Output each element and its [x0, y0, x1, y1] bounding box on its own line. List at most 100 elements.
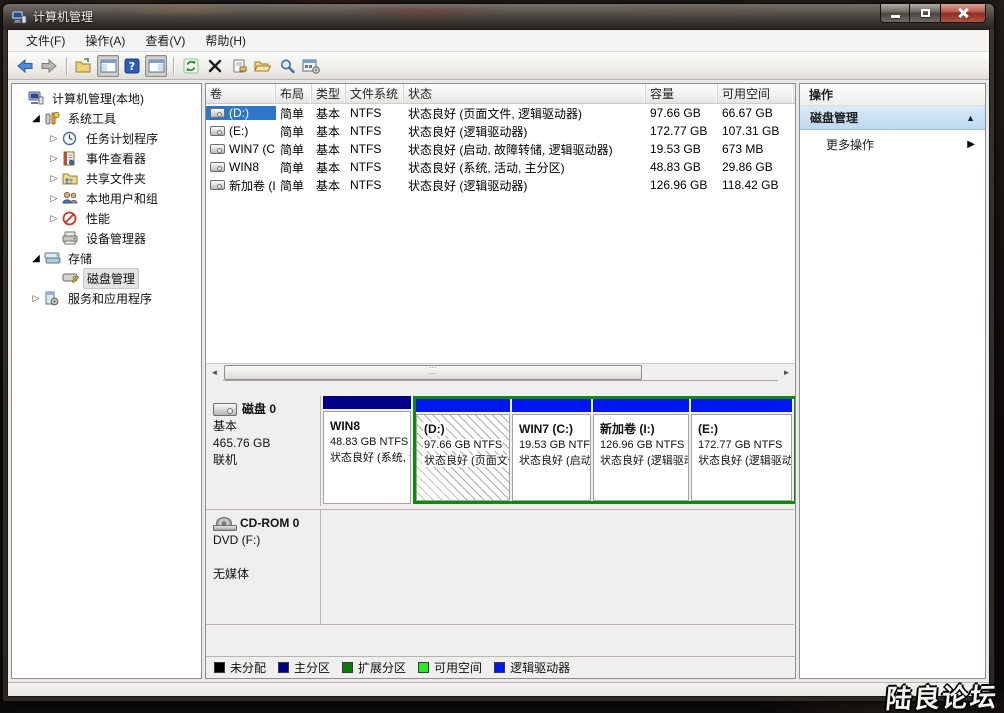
scrollbar-thumb[interactable]	[224, 365, 642, 380]
disk-0-label[interactable]: 磁盘 0 基本 465.76 GB 联机	[206, 396, 321, 506]
cdrom-0-label[interactable]: CD-ROM 0 DVD (F:) 无媒体	[206, 510, 321, 624]
cell-type[interactable]: 基本	[312, 177, 346, 194]
export-list-button[interactable]	[73, 55, 95, 77]
show-console-tree-button[interactable]	[97, 55, 119, 77]
header-volume[interactable]: 卷	[206, 84, 276, 103]
cell-type[interactable]: 基本	[312, 123, 346, 140]
cell-percent-free[interactable]: 62 %	[794, 124, 795, 138]
collapsed-arrow-icon[interactable]: ▷	[46, 173, 62, 184]
partition-win8[interactable]: WIN8 48.83 GB NTFS 状态良好 (系统, 活动, 主分区)	[323, 396, 411, 504]
cell-volume[interactable]: WIN7 (C:)	[206, 142, 276, 156]
expanded-arrow-icon[interactable]: ◢	[28, 253, 44, 264]
cell-status[interactable]: 状态良好 (页面文件, 逻辑驱动器)	[404, 105, 646, 122]
tree-item-storage[interactable]: ◢ 存储	[12, 248, 201, 268]
collapse-arrow-icon[interactable]: ▲	[966, 113, 975, 123]
tree-item-computer-management[interactable]: 计算机管理(本地)	[12, 88, 201, 108]
collapsed-arrow-icon[interactable]: ▷	[46, 153, 62, 164]
cell-volume[interactable]: (E:)	[206, 124, 276, 138]
cell-capacity[interactable]: 97.66 GB	[646, 106, 718, 120]
horizontal-scrollbar[interactable]: ◄ ►	[206, 364, 795, 381]
cell-free-space[interactable]: 66.67 GB	[718, 106, 794, 120]
minimize-button[interactable]	[880, 4, 910, 23]
header-capacity[interactable]: 容量	[646, 84, 718, 103]
collapsed-arrow-icon[interactable]: ▷	[46, 133, 62, 144]
cell-filesystem[interactable]: NTFS	[346, 178, 404, 192]
cell-layout[interactable]: 简单	[276, 177, 312, 194]
cell-status[interactable]: 状态良好 (系统, 活动, 主分区)	[404, 159, 646, 176]
cell-filesystem[interactable]: NTFS	[346, 106, 404, 120]
scroll-right-icon[interactable]: ►	[778, 364, 795, 381]
cell-volume[interactable]: (D:)	[206, 106, 276, 120]
close-button[interactable]	[940, 4, 986, 23]
menu-action[interactable]: 操作(A)	[75, 29, 135, 52]
cell-free-space[interactable]: 118.42 GB	[718, 178, 794, 192]
properties-button[interactable]	[228, 55, 250, 77]
cell-layout[interactable]: 简单	[276, 141, 312, 158]
cell-type[interactable]: 基本	[312, 159, 346, 176]
tree-item-device-manager[interactable]: 设备管理器	[12, 228, 201, 248]
help-button[interactable]: ?	[121, 55, 143, 77]
menu-view[interactable]: 查看(V)	[135, 29, 195, 52]
back-button[interactable]	[14, 55, 36, 77]
show-action-pane-button[interactable]	[145, 55, 167, 77]
delete-button[interactable]	[204, 55, 226, 77]
tree-item-local-users[interactable]: ▷ 本地用户和组	[12, 188, 201, 208]
partition-e[interactable]: (E:) 172.77 GB NTFS 状态良好 (逻辑驱动器)	[691, 399, 792, 501]
collapsed-arrow-icon[interactable]: ▷	[46, 193, 62, 204]
cell-layout[interactable]: 简单	[276, 105, 312, 122]
restore-button[interactable]	[910, 4, 940, 23]
tree-item-performance[interactable]: ▷ 性能	[12, 208, 201, 228]
cell-filesystem[interactable]: NTFS	[346, 160, 404, 174]
cell-percent-free[interactable]: 61 %	[794, 160, 795, 174]
tree-item-system-tools[interactable]: ◢ 系统工具	[12, 108, 201, 128]
partition-new-volume-i[interactable]: 新加卷 (I:) 126.96 GB NTFS 状态良好 (逻辑驱动器)	[593, 399, 689, 501]
partition-d-selected[interactable]: (D:) 97.66 GB NTFS 状态良好 (页面文件, 逻辑驱动器)	[416, 399, 510, 501]
collapsed-arrow-icon[interactable]: ▷	[46, 213, 62, 224]
cell-status[interactable]: 状态良好 (逻辑驱动器)	[404, 123, 646, 140]
snap-in-button[interactable]	[300, 55, 322, 77]
volume-row[interactable]: 新加卷 (I:) 简单 基本 NTFS 状态良好 (逻辑驱动器) 126.96 …	[206, 176, 795, 194]
cell-status[interactable]: 状态良好 (启动, 故障转储, 逻辑驱动器)	[404, 141, 646, 158]
refresh-button[interactable]	[180, 55, 202, 77]
partition-win7-c[interactable]: WIN7 (C:) 19.53 GB NTFS 状态良好 (启动, 故障转储, …	[512, 399, 591, 501]
actions-section-disk-management[interactable]: 磁盘管理 ▲	[800, 106, 985, 130]
cell-percent-free[interactable]: 93 %	[794, 178, 795, 192]
tree-item-shared-folders[interactable]: ▷ 共享文件夹	[12, 168, 201, 188]
volume-row[interactable]: (D:) 简单 基本 NTFS 状态良好 (页面文件, 逻辑驱动器) 97.66…	[206, 104, 795, 122]
scroll-left-icon[interactable]: ◄	[206, 364, 223, 381]
cell-volume[interactable]: 新加卷 (I:)	[206, 177, 276, 194]
volume-row[interactable]: WIN8 简单 基本 NTFS 状态良好 (系统, 活动, 主分区) 48.83…	[206, 158, 795, 176]
header-filesystem[interactable]: 文件系统	[346, 84, 404, 103]
cell-capacity[interactable]: 19.53 GB	[646, 142, 718, 156]
menu-file[interactable]: 文件(F)	[16, 29, 75, 52]
cell-capacity[interactable]: 126.96 GB	[646, 178, 718, 192]
cell-percent-free[interactable]: 3 %	[794, 142, 795, 156]
cell-layout[interactable]: 简单	[276, 159, 312, 176]
forward-button[interactable]	[38, 55, 60, 77]
cell-capacity[interactable]: 48.83 GB	[646, 160, 718, 174]
more-actions-item[interactable]: 更多操作 ▶	[800, 130, 985, 158]
header-status[interactable]: 状态	[404, 84, 646, 103]
cell-filesystem[interactable]: NTFS	[346, 124, 404, 138]
cell-volume[interactable]: WIN8	[206, 160, 276, 174]
volume-row[interactable]: WIN7 (C:) 简单 基本 NTFS 状态良好 (启动, 故障转储, 逻辑驱…	[206, 140, 795, 158]
cell-status[interactable]: 状态良好 (逻辑驱动器)	[404, 177, 646, 194]
volume-row[interactable]: (E:) 简单 基本 NTFS 状态良好 (逻辑驱动器) 172.77 GB 1…	[206, 122, 795, 140]
header-type[interactable]: 类型	[312, 84, 346, 103]
cell-type[interactable]: 基本	[312, 141, 346, 158]
cell-free-space[interactable]: 107.31 GB	[718, 124, 794, 138]
cell-free-space[interactable]: 673 MB	[718, 142, 794, 156]
header-percent-free[interactable]: % 可用	[794, 84, 795, 103]
expanded-arrow-icon[interactable]: ◢	[28, 113, 44, 124]
header-free-space[interactable]: 可用空间	[718, 84, 794, 103]
find-button[interactable]	[276, 55, 298, 77]
tree-item-task-scheduler[interactable]: ▷ 任务计划程序	[12, 128, 201, 148]
cell-filesystem[interactable]: NTFS	[346, 142, 404, 156]
title-bar[interactable]: 计算机管理	[3, 4, 994, 29]
cell-layout[interactable]: 简单	[276, 123, 312, 140]
tree-item-disk-management[interactable]: 磁盘管理	[12, 268, 201, 288]
tree-item-event-viewer[interactable]: ▷ 事件查看器	[12, 148, 201, 168]
collapsed-arrow-icon[interactable]: ▷	[28, 293, 44, 304]
cell-capacity[interactable]: 172.77 GB	[646, 124, 718, 138]
tree-item-services-applications[interactable]: ▷ 服务和应用程序	[12, 288, 201, 308]
